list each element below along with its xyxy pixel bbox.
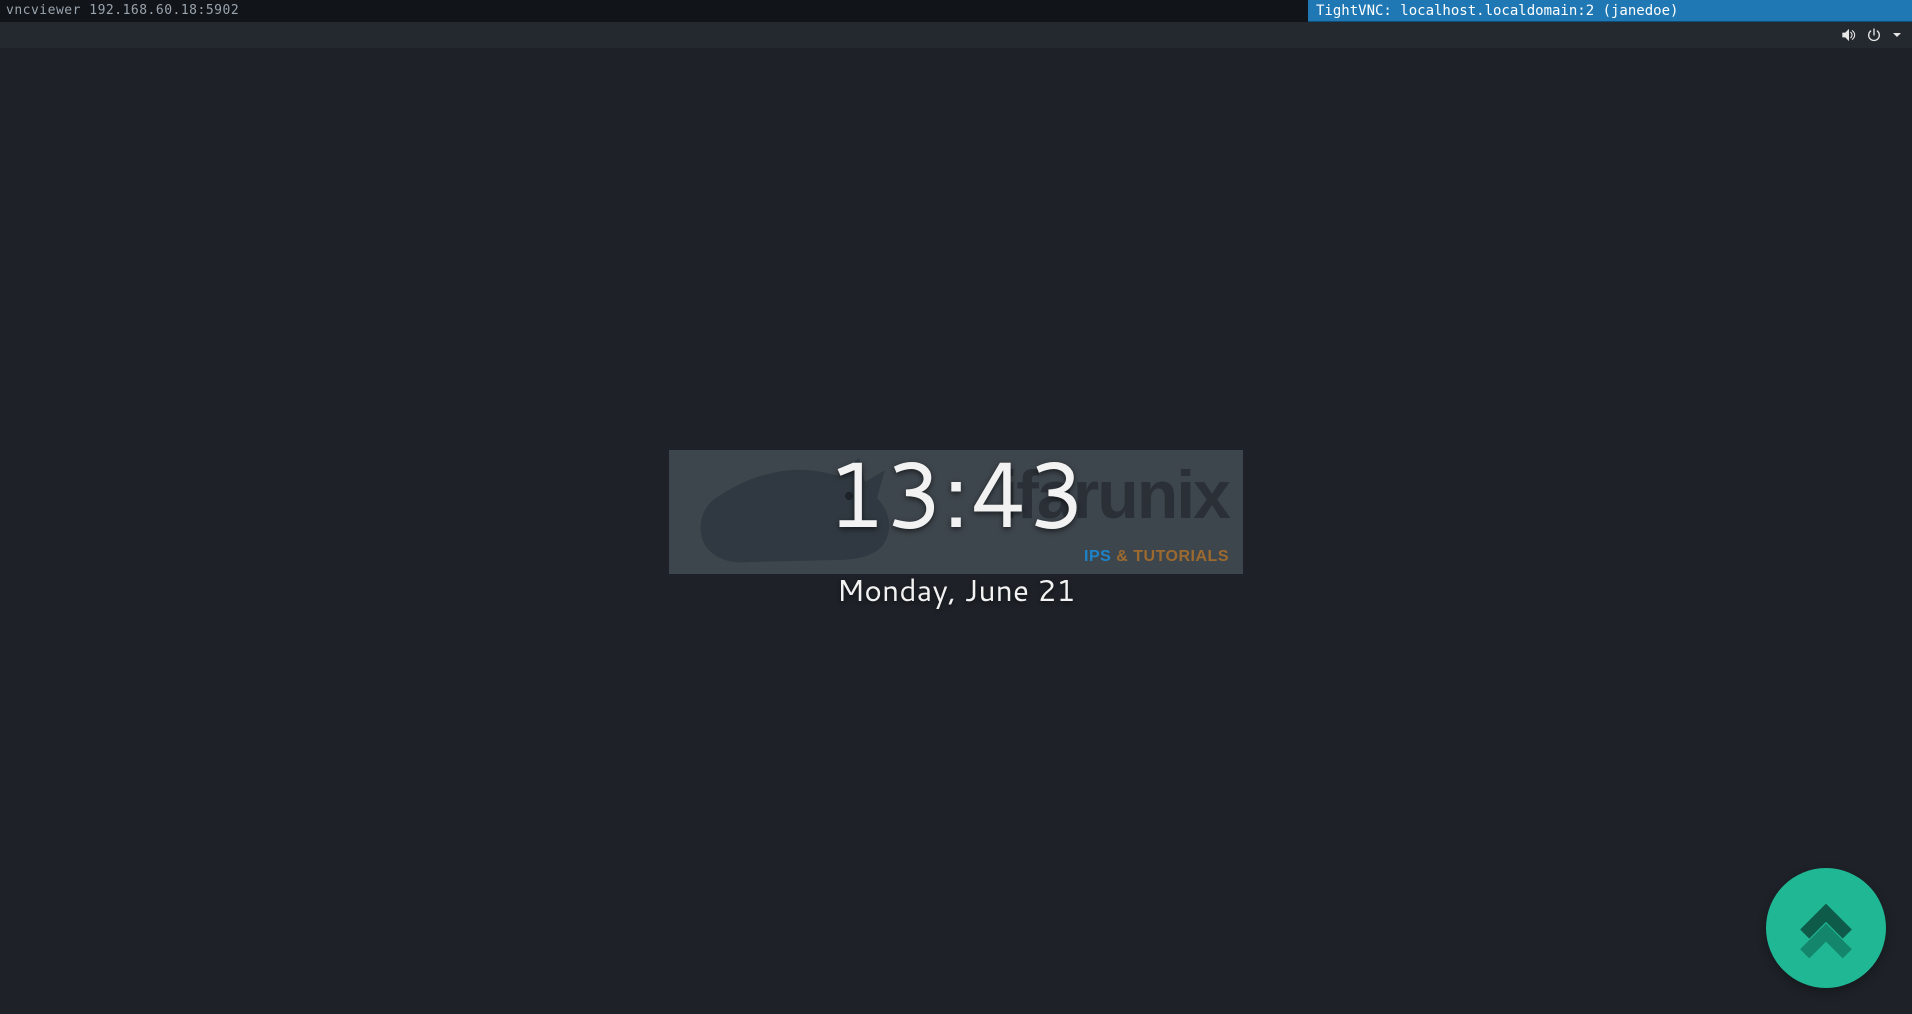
power-icon[interactable] — [1866, 27, 1882, 43]
host-title-left: vncviewer 192.168.60.18:5902 — [0, 0, 247, 22]
lockscreen-center: 13:43 Monday, June 21 — [826, 446, 1085, 611]
lockscreen-date: Monday, June 21 — [826, 568, 1085, 611]
corner-badge[interactable] — [1766, 868, 1886, 988]
volume-icon[interactable] — [1840, 27, 1856, 43]
lockscreen-time: 13:43 — [826, 446, 1085, 538]
watermark-tagline: IPS & TUTORIALS — [1084, 548, 1229, 566]
host-title-right: TightVNC: localhost.localdomain:2 (janed… — [1308, 0, 1912, 22]
watermark-tag-prefix: IPS — [1084, 548, 1111, 565]
remote-top-panel — [0, 22, 1912, 48]
host-titlebar: vncviewer 192.168.60.18:5902 TightVNC: l… — [0, 0, 1912, 22]
caret-down-icon[interactable] — [1892, 30, 1902, 40]
watermark-tag-suffix: & TUTORIALS — [1111, 548, 1229, 565]
chevron-up-icon — [1788, 890, 1864, 966]
remote-desktop[interactable]: ifarunix IPS & TUTORIALS 13:43 Monday, J… — [0, 48, 1912, 1014]
